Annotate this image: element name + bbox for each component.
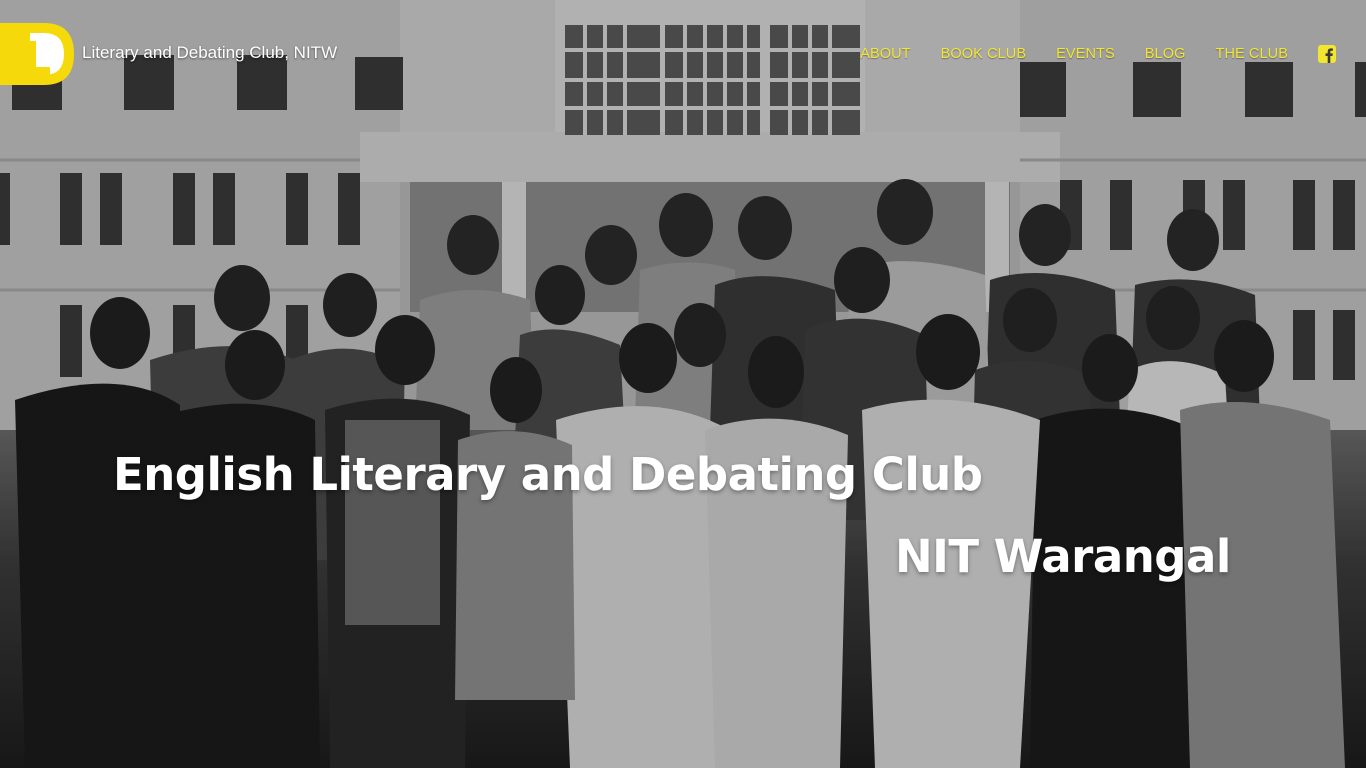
hero-title-line-1: English Literary and Debating Club bbox=[113, 448, 983, 501]
nav-item-the-club[interactable]: THE CLUB bbox=[1215, 46, 1288, 62]
facebook-icon[interactable] bbox=[1318, 45, 1336, 63]
nav-item-blog[interactable]: BLOG bbox=[1145, 46, 1186, 62]
site-title-link[interactable]: Literary and Debating Club, NITW bbox=[82, 43, 337, 63]
hero-title-line-2: NIT Warangal bbox=[895, 530, 1231, 583]
main-nav: ABOUT BOOK CLUB EVENTS BLOG THE CLUB bbox=[830, 45, 1336, 63]
nav-item-events[interactable]: EVENTS bbox=[1056, 46, 1115, 62]
hero-darken-overlay bbox=[0, 0, 1366, 768]
nav-item-book-club[interactable]: BOOK CLUB bbox=[941, 46, 1027, 62]
ld-logo-icon[interactable] bbox=[0, 23, 74, 85]
hero-section: Literary and Debating Club, NITW ABOUT B… bbox=[0, 0, 1366, 768]
nav-item-about[interactable]: ABOUT bbox=[860, 46, 910, 62]
